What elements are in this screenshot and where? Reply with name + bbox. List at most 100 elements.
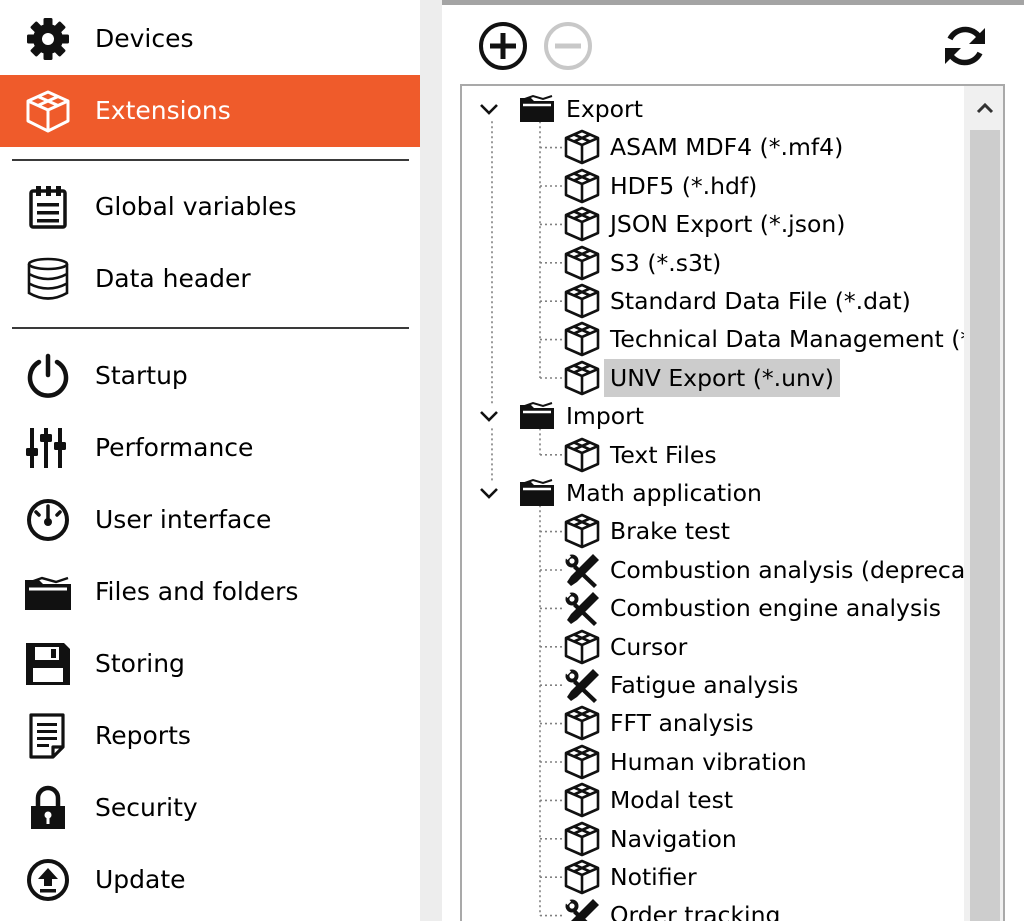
- folder-icon: [518, 91, 556, 127]
- tree-item-label: Technical Data Management (*: [610, 325, 973, 354]
- tree-item-label: Fatigue analysis: [610, 671, 799, 699]
- sidebar-item-label: Security: [95, 793, 198, 822]
- tree-item-label: Navigation: [610, 824, 737, 853]
- scroll-up-button[interactable]: [964, 86, 1003, 130]
- package-icon: [563, 129, 601, 165]
- gear-icon: [22, 17, 74, 61]
- package-icon: [563, 782, 601, 818]
- sidebar-item-label: Performance: [95, 433, 254, 462]
- settings-sidebar: Devices Extensions Global variables Data…: [0, 0, 420, 921]
- sidebar-item-user-interface[interactable]: User interface: [0, 484, 420, 556]
- sidebar-item-label: Extensions: [95, 96, 231, 125]
- database-icon: [22, 257, 74, 301]
- extensions-panel: Export ASAM MDF4 (*.mf4) HDF5 (*.hdf) JSON …: [442, 0, 1024, 921]
- package-icon: [563, 168, 601, 204]
- refresh-button[interactable]: [939, 20, 991, 72]
- folder-icon: [22, 570, 74, 614]
- expand-toggle[interactable]: [478, 482, 500, 504]
- sidebar-item-label: User interface: [95, 505, 272, 534]
- tools-icon: [563, 897, 601, 921]
- lock-icon: [22, 785, 74, 830]
- scrollbar-thumb[interactable]: [970, 130, 1000, 921]
- package-icon: [563, 321, 601, 357]
- sidebar-item-label: Devices: [95, 24, 194, 53]
- power-icon: [22, 353, 74, 398]
- sidebar-item-startup[interactable]: Startup: [0, 340, 420, 412]
- remove-button[interactable]: [542, 20, 594, 72]
- tree-item-label: HDF5 (*.hdf): [610, 171, 758, 200]
- expand-toggle[interactable]: [478, 405, 500, 427]
- tree-item-label: UNV Export (*.unv): [604, 358, 840, 397]
- add-button[interactable]: [477, 20, 529, 72]
- tree-item-label: Combustion engine analysis: [610, 594, 941, 623]
- tree-group-label: Import: [566, 402, 644, 431]
- sidebar-divider: [12, 159, 409, 161]
- sidebar-item-storing[interactable]: Storing: [0, 628, 420, 700]
- sidebar-item-extensions[interactable]: Extensions: [0, 75, 420, 147]
- package-icon: [563, 206, 601, 242]
- sidebar-item-performance[interactable]: Performance: [0, 412, 420, 484]
- tree-item-label: S3 (*.s3t): [610, 248, 722, 277]
- expand-toggle[interactable]: [478, 98, 500, 120]
- tree-item-label: Text Files: [610, 440, 717, 469]
- tools-icon: [563, 590, 601, 627]
- floppy-icon: [22, 642, 74, 686]
- package-icon: [563, 859, 601, 895]
- sidebar-item-reports[interactable]: Reports: [0, 700, 420, 772]
- sidebar-item-label: Data header: [95, 264, 251, 293]
- tree-item-label: Human vibration: [610, 747, 807, 776]
- sidebar-divider: [12, 327, 409, 329]
- sidebar-item-label: Startup: [95, 361, 188, 390]
- chevron-down-icon: [480, 104, 498, 115]
- tree-item-label: ASAM MDF4 (*.mf4): [610, 133, 844, 162]
- chevron-down-icon: [480, 411, 498, 423]
- tree-item-label: Standard Data File (*.dat): [610, 287, 911, 315]
- sidebar-item-files-and-folders[interactable]: Files and folders: [0, 556, 420, 628]
- sidebar-item-global-variables[interactable]: Global variables: [0, 171, 420, 243]
- vertical-scrollbar[interactable]: [964, 86, 1003, 921]
- chevron-up-icon: [976, 102, 993, 114]
- tree-group-label: Export: [566, 95, 643, 123]
- sidebar-item-update[interactable]: Update: [0, 844, 420, 916]
- folder-icon: [518, 475, 556, 511]
- tree-item-label: Modal test: [610, 786, 734, 815]
- minus-circle-icon: [544, 22, 592, 70]
- package-icon: [563, 513, 601, 549]
- sidebar-item-label: Update: [95, 865, 186, 894]
- sidebar-item-security[interactable]: Security: [0, 772, 420, 844]
- refresh-icon: [945, 26, 985, 66]
- sidebar-item-label: Global variables: [95, 192, 297, 221]
- tree-item-label: Brake test: [610, 517, 731, 546]
- document-icon: [22, 713, 74, 759]
- sidebar-item-label: Reports: [95, 721, 191, 750]
- splitter[interactable]: [420, 0, 442, 921]
- package-icon: [563, 629, 601, 665]
- upload-icon: [22, 858, 74, 902]
- tools-icon: [563, 552, 601, 588]
- package-icon: [563, 360, 601, 396]
- tools-icon: [563, 667, 601, 703]
- tree-item-label: Cursor: [610, 632, 688, 661]
- tree-item-label: Order tracking: [610, 901, 781, 921]
- gauge-icon: [22, 498, 74, 542]
- package-icon: [22, 89, 74, 133]
- tree-item-label: Notifier: [610, 863, 697, 891]
- tree-item-label: FFT analysis: [610, 709, 754, 738]
- sliders-icon: [22, 426, 74, 470]
- sidebar-item-devices[interactable]: Devices: [0, 3, 420, 75]
- panel-top-border: [442, 0, 1024, 5]
- folder-icon: [518, 398, 556, 434]
- tree-item-label: Combustion analysis (deprecat: [610, 555, 975, 584]
- package-icon: [563, 283, 601, 319]
- package-icon: [563, 437, 601, 473]
- package-icon: [563, 821, 601, 857]
- extensions-tree[interactable]: Export ASAM MDF4 (*.mf4) HDF5 (*.hdf) JSON …: [460, 84, 1005, 921]
- package-icon: [563, 705, 601, 741]
- package-icon: [563, 245, 601, 281]
- tree-group-label: Math application: [566, 479, 762, 507]
- sidebar-item-label: Storing: [95, 649, 185, 678]
- package-icon: [563, 744, 601, 780]
- sidebar-item-label: Files and folders: [95, 577, 299, 606]
- sidebar-item-data-header[interactable]: Data header: [0, 243, 420, 315]
- clipboard-icon: [22, 185, 74, 229]
